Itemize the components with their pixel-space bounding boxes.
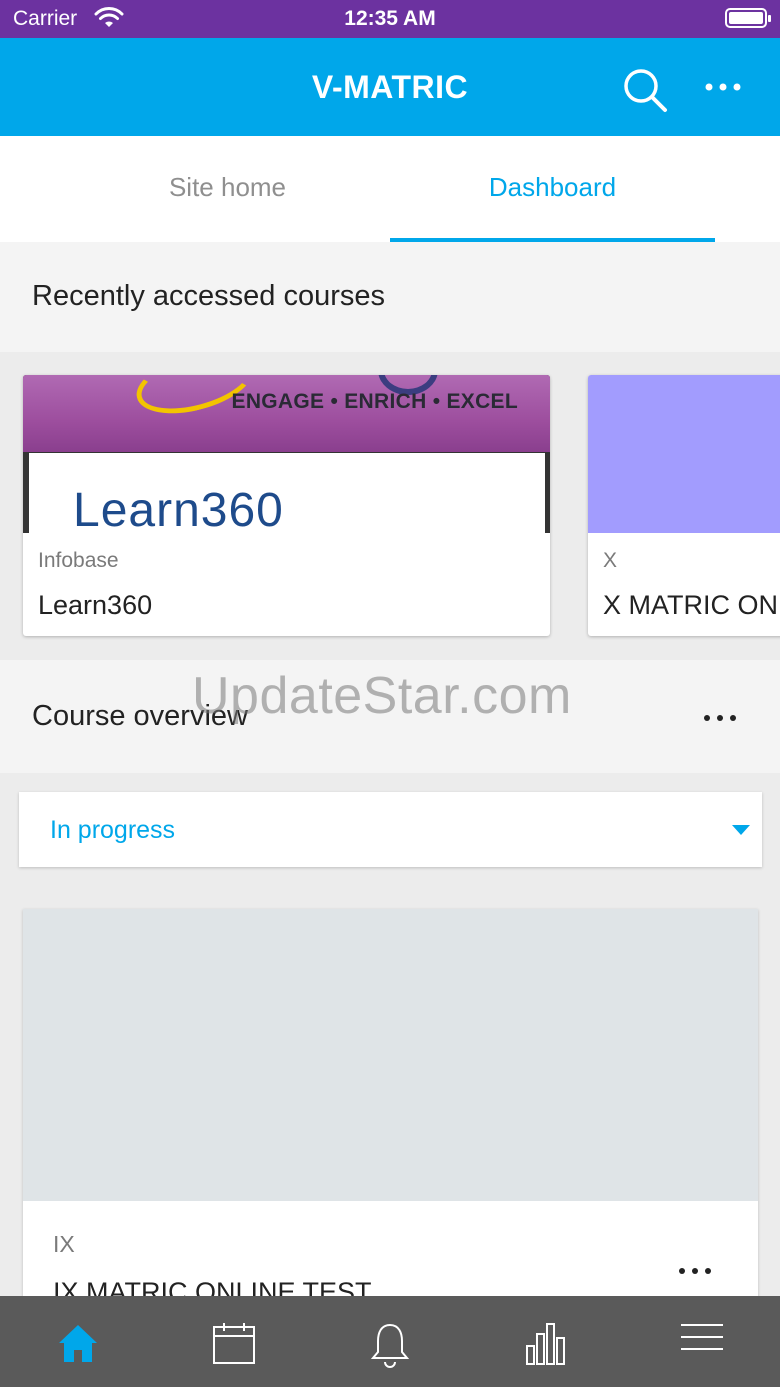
logo-text: Learn360 [73, 484, 284, 533]
watermark: UpdateStar.com [192, 667, 572, 725]
course-category: Infobase [38, 549, 119, 572]
app-bar: V-MATRIC [0, 38, 780, 136]
nav-calendar[interactable] [156, 1296, 312, 1387]
course-category: IX [53, 1231, 75, 1257]
course-banner: ENGAGE • ENRICH • EXCEL [23, 375, 550, 452]
course-image [23, 909, 758, 1201]
bell-icon [370, 1323, 410, 1368]
more-options-icon[interactable] [675, 1261, 715, 1281]
menu-icon [681, 1324, 723, 1350]
course-name: X MATRIC ONLINE TEST [603, 590, 780, 620]
logo-panel: Learn360 [29, 453, 545, 533]
course-category: X [603, 549, 618, 572]
battery-icon [725, 8, 771, 28]
banner-tagline: ENGAGE • ENRICH • EXCEL [231, 390, 518, 413]
course-name: Learn360 [38, 590, 153, 620]
nav-notifications[interactable] [312, 1296, 468, 1387]
tab-site-home[interactable]: Site home [65, 136, 390, 242]
course-image: ENGAGE • ENRICH • EXCEL Learn360 [23, 375, 550, 533]
bar-chart-icon [526, 1323, 565, 1365]
tab-label: Site home [168, 172, 287, 202]
chevron-down-icon [732, 825, 750, 835]
nav-grades[interactable] [468, 1296, 624, 1387]
course-card-ix-matric[interactable]: IX IX MATRIC ONLINE TEST [23, 909, 758, 1329]
calendar-icon [213, 1323, 255, 1364]
section-title: Recently accessed courses [32, 280, 385, 312]
bottom-nav [0, 1296, 780, 1387]
search-icon[interactable] [620, 65, 670, 115]
course-card-learn360[interactable]: ENGAGE • ENRICH • EXCEL Learn360 Infobas… [23, 375, 550, 636]
home-icon [59, 1325, 97, 1362]
recent-courses-header: Recently accessed courses [0, 242, 780, 352]
course-card-x-matric[interactable]: X X MATRIC ONLINE TEST [588, 375, 780, 636]
more-options-icon[interactable] [700, 708, 740, 728]
nav-menu[interactable] [624, 1296, 780, 1387]
tab-dashboard[interactable]: Dashboard [390, 136, 715, 242]
more-options-icon[interactable] [700, 72, 746, 102]
filter-value: In progress [50, 816, 176, 844]
tab-bar: Site home Dashboard [0, 136, 780, 242]
course-filter-select[interactable]: In progress [19, 792, 762, 867]
course-image [588, 375, 780, 533]
status-bar: Carrier 12:35 AM [0, 0, 780, 38]
clock: 12:35 AM [344, 7, 436, 30]
nav-home[interactable] [0, 1296, 156, 1387]
tab-label: Dashboard [488, 172, 617, 202]
